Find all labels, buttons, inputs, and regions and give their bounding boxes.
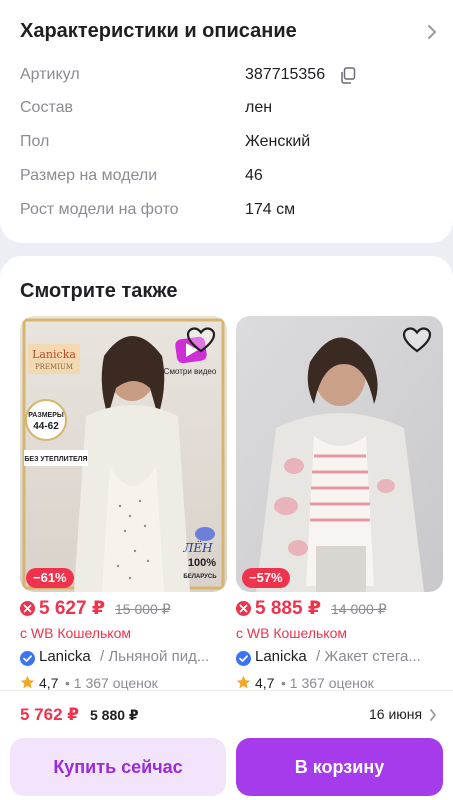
brand-name: Lanicka [255,648,307,665]
spec-row-article: Артикул 387715356 [20,66,440,88]
chevron-right-icon[interactable] [424,22,440,42]
section-title: Смотрите также [20,280,178,302]
wallet-note: с WB Кошельком [20,625,131,641]
price-row: 5 627 ₽ 15 000 ₽ [20,597,227,621]
current-price: 5 885 ₽ [255,598,322,619]
spec-value: Женский [245,133,311,150]
product-name: / Льняной пид... [100,648,210,665]
brand-row[interactable]: Lanicka / Льняной пид... [20,648,227,670]
img-linen-top: ЛЁН [182,539,213,555]
spec-label: Пол [20,133,50,150]
img-no-insulation: БЕЗ УТЕПЛИТЕЛЯ [24,456,87,463]
brand-name: Lanicka [39,648,91,665]
spec-value: лен [245,99,273,116]
spec-value: 46 [245,167,263,184]
wallet-note: с WB Кошельком [236,625,347,641]
chevron-right-icon[interactable] [428,707,438,723]
wallet-icon [236,601,251,616]
product-image[interactable]: −57% [236,316,443,592]
img-sizes-value: 44-62 [33,421,59,432]
buy-now-button[interactable]: Купить сейчас [10,738,226,796]
wallet-icon [20,601,35,616]
product-photo [236,316,443,592]
spec-label: Рост модели на фото [20,201,179,218]
current-price: 5 627 ₽ [39,598,106,619]
similar-products-card: Смотрите также Lanicka PREMIUM РАЗМЕРЫ 4… [0,256,453,716]
spec-label: Размер на модели [20,167,158,184]
spec-row-model-size: Размер на модели 46 [20,167,440,189]
verified-icon [236,651,251,666]
spec-label: Артикул [20,66,80,83]
reviews-count: • 1 367 оценок [281,675,374,691]
spec-label: Состав [20,99,73,116]
discount-badge: −57% [242,568,290,588]
img-sizes-title: РАЗМЕРЫ [28,412,64,419]
specs-card: Характеристики и описание Артикул 387715… [0,0,453,243]
purchase-bar: 5 762 ₽ 5 880 ₽ 16 июня Купить сейчас В … [0,690,453,800]
product-name: / Жакет стега... [316,648,421,665]
old-price: 14 000 ₽ [331,601,387,617]
heart-icon[interactable] [402,326,432,354]
spec-row-composition: Состав лен [20,99,440,121]
img-linen-pct: 100% [188,557,216,569]
copy-icon[interactable] [340,67,356,84]
old-price: 15 000 ₽ [115,601,171,617]
discount-badge: −61% [26,568,74,588]
spec-row-gender: Пол Женский [20,133,440,155]
spec-value: 174 см [245,201,296,218]
add-to-cart-button[interactable]: В корзину [236,738,443,796]
star-icon [20,675,35,689]
bar-current-price: 5 762 ₽ [20,705,80,724]
product-image[interactable]: Lanicka PREMIUM РАЗМЕРЫ 44-62 БЕЗ УТЕПЛИ… [20,316,227,592]
heart-icon[interactable] [186,326,216,354]
price-row: 5 885 ₽ 14 000 ₽ [236,597,443,621]
rating-value: 4,7 [255,675,275,691]
bar-old-price: 5 880 ₽ [90,707,139,723]
verified-icon [20,651,35,666]
img-linen-country: БЕЛАРУСЬ [183,574,217,580]
delivery-date[interactable]: 16 июня [369,706,422,722]
spec-value: 387715356 [245,66,326,83]
specs-title[interactable]: Характеристики и описание [20,20,297,43]
brand-row[interactable]: Lanicka / Жакет стега... [236,648,443,670]
reviews-count: • 1 367 оценок [65,675,158,691]
img-brand-label: Lanicka [32,348,76,361]
star-icon [236,675,251,689]
img-video-label: Смотри видео [164,367,217,376]
product-photo: Lanicka PREMIUM РАЗМЕРЫ 44-62 БЕЗ УТЕПЛИ… [20,316,227,592]
rating-value: 4,7 [39,675,59,691]
img-premium-label: PREMIUM [35,363,73,371]
spec-row-model-height: Рост модели на фото 174 см [20,201,440,223]
